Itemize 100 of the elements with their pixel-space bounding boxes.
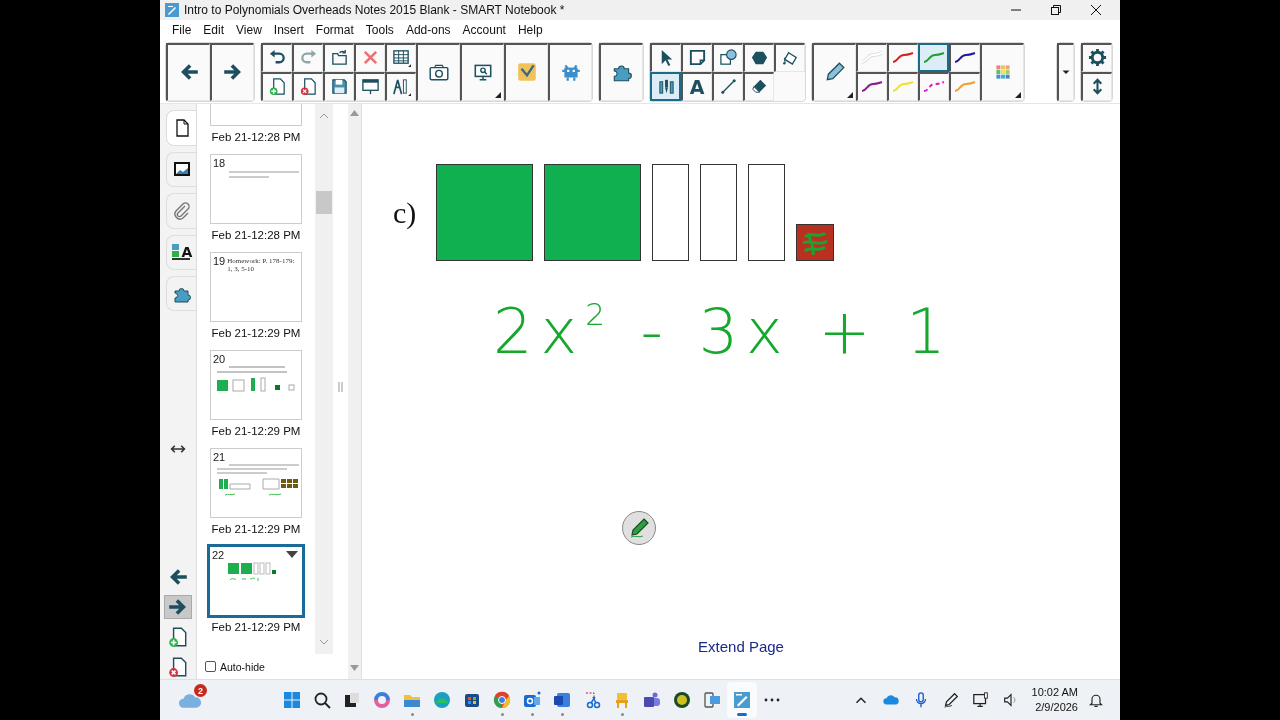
hexagon-button[interactable] xyxy=(743,42,774,72)
pens-button[interactable] xyxy=(650,71,681,101)
eraser-icon xyxy=(749,77,769,96)
puzzle-button[interactable] xyxy=(599,42,643,101)
pen-color-button[interactable] xyxy=(856,71,887,101)
page-thumbnail[interactable]: 20 xyxy=(210,350,302,421)
redo-button[interactable] xyxy=(292,42,323,72)
search-icon xyxy=(312,690,332,711)
page-thumbnail[interactable] xyxy=(210,104,302,127)
splitter-handle-icon[interactable] xyxy=(338,382,343,393)
open-file-icon xyxy=(329,48,349,67)
menu-item[interactable]: Insert xyxy=(267,22,310,37)
pen-color-button[interactable] xyxy=(949,42,980,72)
menu-item[interactable]: Add-ons xyxy=(399,22,457,37)
camera-button[interactable] xyxy=(416,42,460,101)
delete-page-icon xyxy=(298,77,318,96)
line-button[interactable] xyxy=(712,71,743,101)
checkbox[interactable] xyxy=(205,661,216,673)
table-button[interactable] xyxy=(385,42,416,72)
side-panel-tab[interactable] xyxy=(166,151,196,188)
page-number: 18 xyxy=(213,157,226,170)
shapes-button[interactable] xyxy=(712,42,743,72)
line-icon xyxy=(718,77,738,96)
settings-icon xyxy=(1087,48,1107,67)
pencil-button[interactable] xyxy=(812,42,856,101)
menu-item[interactable]: File xyxy=(166,22,198,37)
up-down-arrow-button[interactable] xyxy=(1081,71,1112,101)
app-icon xyxy=(165,2,179,17)
paint-bucket-button[interactable] xyxy=(774,42,805,72)
wave-icon xyxy=(432,690,452,711)
menu-item[interactable]: Help xyxy=(511,22,549,37)
checkmark-square-button[interactable] xyxy=(504,42,548,101)
pencil-icon xyxy=(628,517,650,540)
menu-item[interactable]: Edit xyxy=(197,22,231,37)
color-grid-button[interactable] xyxy=(980,42,1024,101)
close-icon[interactable] xyxy=(1090,3,1102,16)
caret-button[interactable] xyxy=(1057,42,1074,101)
handwritten-expression: 2x$^{2}$ - 3x + 1 xyxy=(493,297,955,367)
screen-shade-button[interactable] xyxy=(354,71,385,101)
bell-icon[interactable] xyxy=(1088,692,1104,709)
notification-badge: 2 xyxy=(194,684,207,698)
page-thumbnail[interactable]: 18 xyxy=(210,154,302,225)
page-thumbnail[interactable]: 21 xyxy=(210,448,302,519)
delete-button[interactable] xyxy=(354,42,385,72)
undo-button[interactable] xyxy=(261,42,292,72)
page-date: Feb 21-12:29 PM xyxy=(211,522,301,537)
circle-icon xyxy=(672,690,692,711)
pen-button[interactable] xyxy=(622,511,656,546)
pen-color-button[interactable] xyxy=(949,71,980,101)
menu-item[interactable]: Format xyxy=(309,22,360,37)
clock-time: 10:02 AM xyxy=(1031,685,1078,701)
save-button[interactable] xyxy=(323,71,354,101)
scrollbar-thumb[interactable] xyxy=(316,191,332,215)
maximize-icon[interactable] xyxy=(1050,3,1062,16)
side-panel-tab[interactable] xyxy=(166,110,196,146)
note-icon xyxy=(687,48,707,67)
tab-letter: A xyxy=(181,244,193,261)
weather-button[interactable]: 2 xyxy=(175,685,205,716)
swirl-icon xyxy=(372,690,392,711)
page-thumbnail[interactable]: 22 xyxy=(207,544,305,619)
compass-button[interactable] xyxy=(385,71,416,101)
note-button[interactable] xyxy=(681,42,712,72)
menu-item[interactable]: View xyxy=(230,22,268,37)
pencil-icon xyxy=(823,61,846,83)
add-page-icon xyxy=(267,77,287,96)
pen-stroke-icon xyxy=(922,79,946,94)
pen-stroke-icon xyxy=(860,79,884,94)
window-title: Intro to Polynomials Overheads Notes 2015 Blank - SMART Notebook * xyxy=(184,2,566,17)
monitor-button[interactable] xyxy=(460,42,504,101)
menu-item[interactable]: Tools xyxy=(359,22,400,37)
add-page-icon xyxy=(167,626,189,649)
compass-icon xyxy=(391,77,411,96)
extend-page-link[interactable]: Extend Page xyxy=(698,638,784,656)
add-page-button[interactable] xyxy=(261,71,292,101)
page-number: 22 xyxy=(212,549,225,562)
eraser-button[interactable] xyxy=(743,71,774,101)
forward-arrow-button[interactable] xyxy=(164,595,192,620)
pen-color-button[interactable] xyxy=(918,71,949,101)
pen-color-button[interactable] xyxy=(887,71,918,101)
delete-page-button[interactable] xyxy=(292,71,323,101)
checkmark-square-icon xyxy=(515,61,538,83)
settings-button[interactable] xyxy=(1081,42,1112,72)
paperclip-icon xyxy=(171,200,192,221)
open-file-button[interactable] xyxy=(323,42,354,72)
page-date: Feb 21-12:29 PM xyxy=(211,620,301,635)
text-tool-button[interactable]: A xyxy=(681,71,712,101)
menu-caret-icon[interactable] xyxy=(286,551,298,560)
corner-triangle-icon xyxy=(1015,91,1021,98)
creature-button[interactable] xyxy=(548,42,592,101)
page-number: 20 xyxy=(213,353,226,366)
forward-arrow-button[interactable] xyxy=(210,42,254,101)
start-icon xyxy=(282,690,302,711)
pen-color-button[interactable] xyxy=(918,42,949,72)
save-icon xyxy=(329,77,349,96)
back-arrow-button[interactable] xyxy=(166,42,210,101)
pen-color-button[interactable] xyxy=(856,42,887,72)
menu-item[interactable]: Account xyxy=(456,22,512,37)
corner-triangle-icon xyxy=(847,91,853,98)
side-panel-tab[interactable]: A xyxy=(166,234,196,270)
question-label: c) xyxy=(393,195,417,230)
